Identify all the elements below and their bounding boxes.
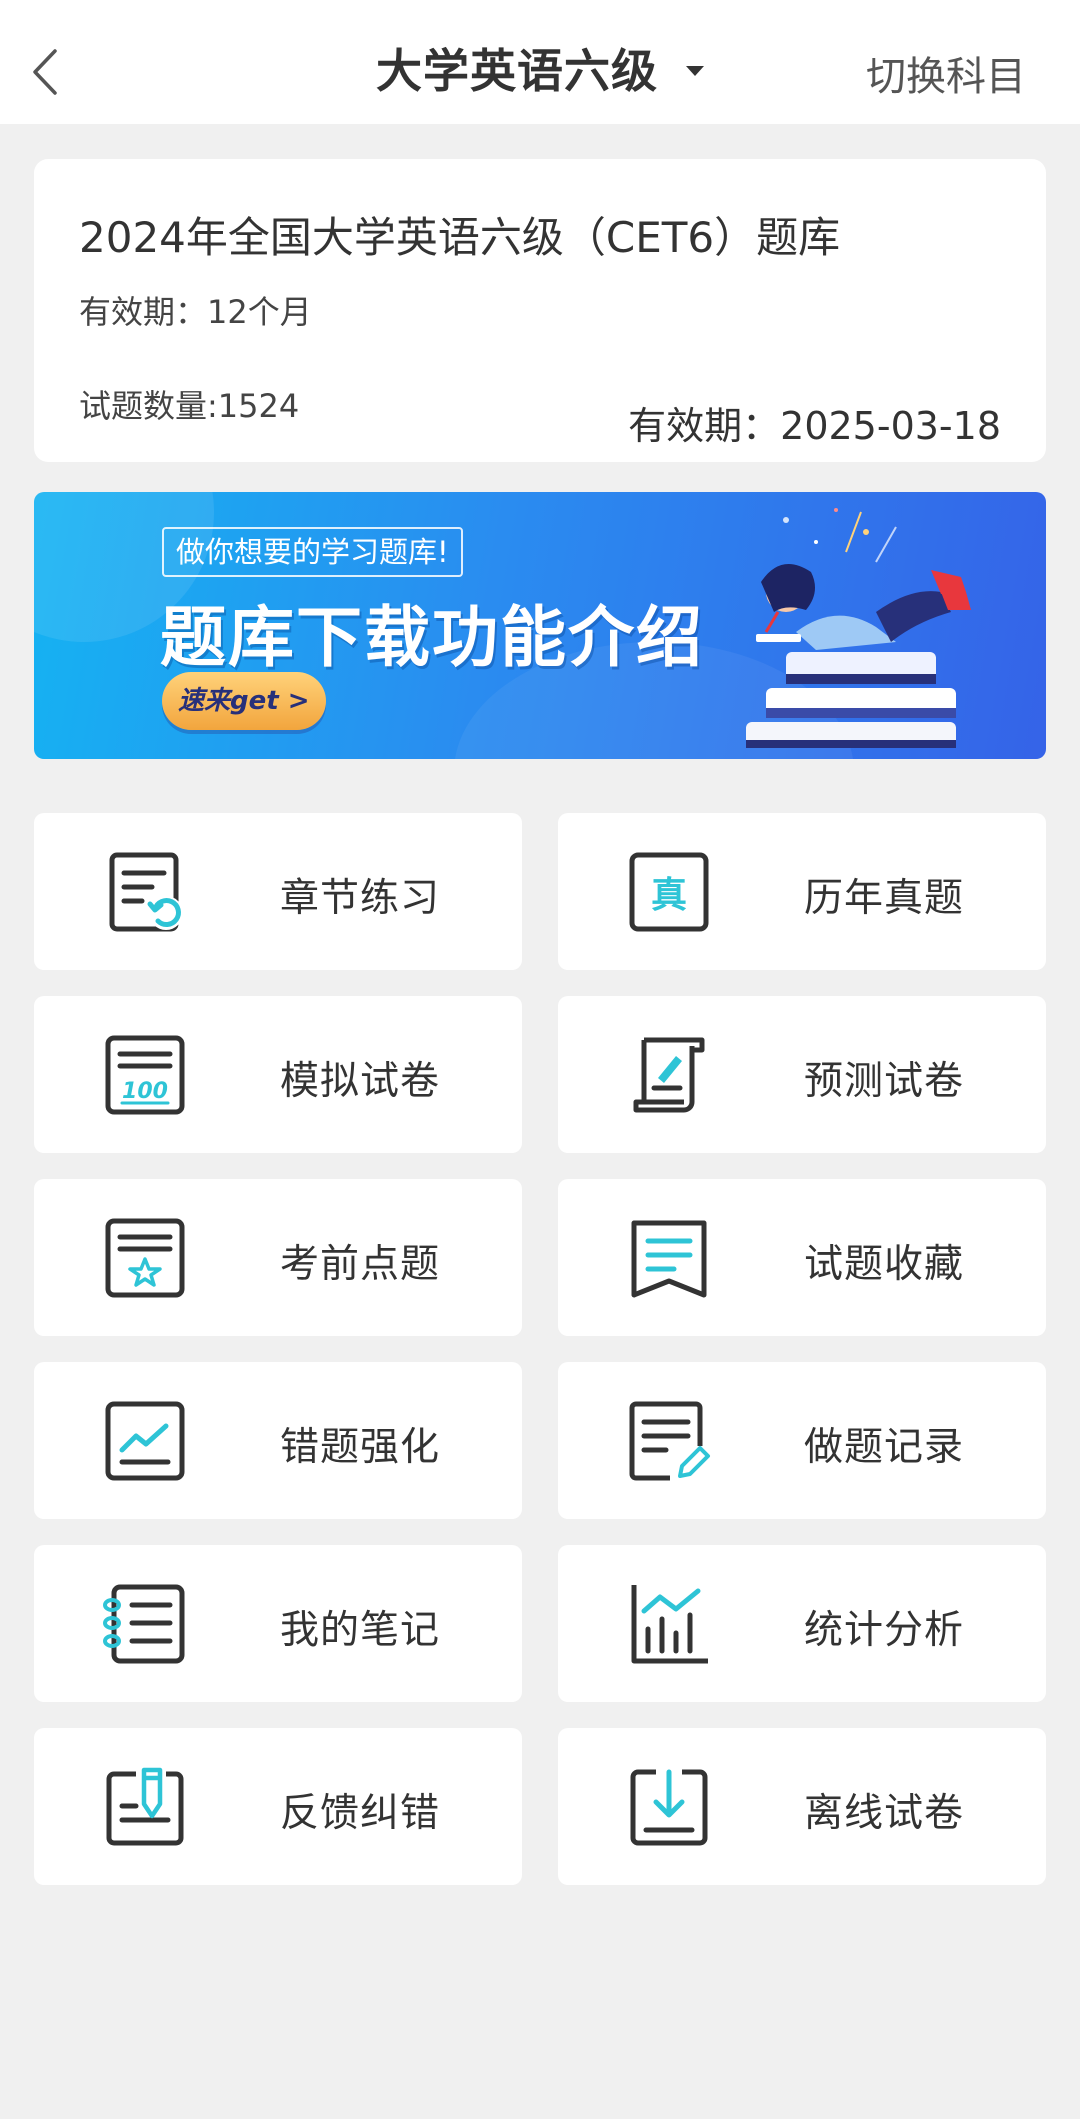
menu-item-label: 做题记录 [804,1425,965,1470]
caret-down-icon [686,66,704,76]
menu-item-offline-exam[interactable]: 离线试卷 [558,1728,1046,1885]
menu-item-label: 考前点题 [280,1242,441,1287]
menu-item-label: 预测试卷 [804,1059,965,1104]
menu-item-label: 章节练习 [280,876,441,921]
bookmark-icon [631,1220,707,1298]
menu-item-label: 离线试卷 [804,1791,965,1836]
menu-item-pre-exam-tips[interactable]: 考前点题 [34,1179,522,1336]
statistics-icon [631,1585,708,1664]
menu-item-label: 统计分析 [804,1608,965,1653]
banner-headline: 题库下载功能介绍 [160,599,704,676]
menu-item-mock-exam[interactable]: 100 模拟试卷 [34,996,522,1153]
menu-item-practice-record[interactable]: 做题记录 [558,1362,1046,1519]
banner-cta-button[interactable]: 速来get > [162,672,326,730]
feedback-icon [106,1767,184,1846]
menu-item-wrong-questions[interactable]: 错题强化 [34,1362,522,1519]
promo-banner[interactable]: 做你想要的学习题库! 题库下载功能介绍 速来get > [34,492,1046,759]
menu-item-label: 我的笔记 [280,1608,441,1653]
offline-download-icon [630,1769,708,1846]
question-bank-info-card: 2024年全国大学英语六级（CET6）题库 有效期：12个月 试题数量:1524… [34,159,1046,462]
bank-title: 2024年全国大学英语六级（CET6）题库 [79,213,841,262]
menu-item-label: 历年真题 [804,876,965,921]
menu-item-predicted-exam[interactable]: 预测试卷 [558,996,1046,1153]
notes-icon [103,1584,185,1664]
menu-item-feedback[interactable]: 反馈纠错 [34,1728,522,1885]
wrong-questions-icon [105,1401,185,1481]
chapter-practice-icon [109,852,183,932]
validity-period: 有效期：12个月 [79,293,312,331]
expiry-date: 有效期：2025-03-18 [628,404,1001,448]
menu-item-chapter-practice[interactable]: 章节练习 [34,813,522,970]
menu-item-bookmarks[interactable]: 试题收藏 [558,1179,1046,1336]
practice-record-icon [629,1401,710,1481]
menu-item-my-notes[interactable]: 我的笔记 [34,1545,522,1702]
menu-item-past-papers[interactable]: 真 历年真题 [558,813,1046,970]
student-reading-illustration [746,508,971,748]
svg-text:100: 100 [122,1079,168,1104]
page-title: 大学英语六级 [376,44,658,98]
menu-item-label: 模拟试卷 [280,1059,441,1104]
menu-item-label: 错题强化 [280,1425,441,1470]
svg-text:真: 真 [651,875,687,916]
banner-tagline: 做你想要的学习题库! [162,527,463,577]
switch-subject-button[interactable]: 切换科目 [866,44,1026,102]
past-papers-icon: 真 [629,852,709,932]
predicted-exam-icon [633,1037,705,1113]
mock-exam-icon: 100 [105,1035,185,1115]
menu-item-label: 反馈纠错 [280,1791,441,1836]
question-count: 试题数量:1524 [79,387,300,425]
menu-item-statistics[interactable]: 统计分析 [558,1545,1046,1702]
pre-exam-tips-icon [105,1218,185,1298]
top-navbar: 大学英语六级 切换科目 [0,0,1080,124]
menu-item-label: 试题收藏 [804,1242,965,1287]
